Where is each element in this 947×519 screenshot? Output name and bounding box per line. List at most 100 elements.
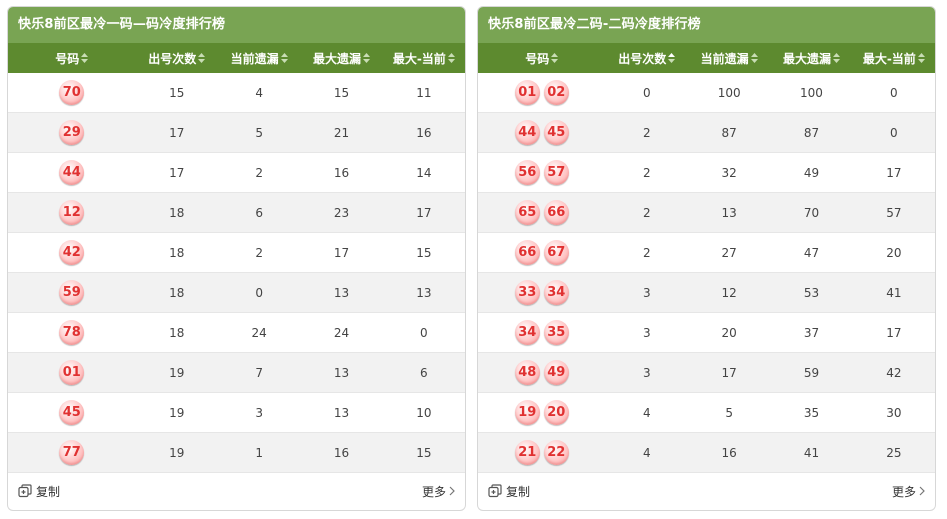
- number-ball: 21: [514, 440, 540, 465]
- header-label: 号码: [525, 51, 550, 66]
- chevron-right-icon: [919, 486, 925, 496]
- header-diff[interactable]: 最大-当前: [383, 50, 465, 67]
- copy-label: 复制: [506, 484, 531, 499]
- table-body: 70 15 4 15 11 29 17 5 21 16 44 17 2 16 14 12 18 6 23 17 42 18…: [8, 73, 465, 473]
- panel-title: 快乐8前区最冷一码—码冷度排行榜: [8, 7, 465, 43]
- cell-max-miss: 87: [803, 125, 820, 140]
- cell-code: 19 20: [478, 400, 606, 425]
- cell-current-miss: 87: [721, 125, 737, 140]
- sort-updown-icon[interactable]: [81, 53, 89, 63]
- table-row: 33 34 3 12 53 41: [478, 273, 935, 313]
- sort-updown-icon[interactable]: [832, 53, 840, 63]
- cell-max-miss: 47: [803, 245, 820, 260]
- sort-updown-icon[interactable]: [750, 53, 758, 63]
- table-header: 号码 出号次数 当前遗漏 最大遗漏 最大-当前: [478, 43, 935, 73]
- cell-diff: 57: [886, 205, 902, 220]
- cell-diff: 17: [886, 325, 902, 340]
- number-ball: 19: [514, 400, 540, 425]
- cell-diff: 20: [886, 245, 902, 260]
- cell-max-miss: 16: [333, 165, 350, 180]
- cell-max-miss: 17: [333, 245, 350, 260]
- header-diff[interactable]: 最大-当前: [853, 50, 935, 67]
- cold-single-panel: 快乐8前区最冷一码—码冷度排行榜 号码 出号次数 当前遗漏 最大遗漏 最大-当前: [7, 6, 466, 511]
- header-label: 最大-当前: [392, 51, 446, 66]
- cell-diff: 13: [416, 285, 432, 300]
- cell-code: 01 02: [478, 80, 606, 105]
- number-ball: 29: [59, 120, 85, 145]
- cell-diff: 10: [416, 405, 432, 420]
- cell-diff: 15: [416, 245, 432, 260]
- header-code[interactable]: 号码: [8, 50, 136, 67]
- header-current-miss[interactable]: 当前遗漏: [688, 50, 770, 67]
- cell-count: 3: [642, 285, 651, 300]
- more-link[interactable]: 更多: [892, 483, 925, 500]
- cell-max-miss: 13: [333, 365, 350, 380]
- number-ball: 44: [514, 120, 540, 145]
- cell-max-miss: 35: [803, 405, 820, 420]
- copy-button[interactable]: 复制: [18, 483, 60, 500]
- cell-code: 12: [8, 200, 136, 225]
- cell-count: 3: [642, 325, 651, 340]
- header-label: 出号次数: [148, 51, 197, 66]
- cell-count: 18: [169, 325, 185, 340]
- more-label: 更多: [421, 484, 446, 499]
- cell-diff: 0: [890, 85, 898, 100]
- header-max-miss[interactable]: 最大遗漏: [300, 50, 382, 67]
- cell-diff: 25: [886, 445, 902, 460]
- copy-button[interactable]: 复制: [488, 483, 530, 500]
- cell-code: 42: [8, 240, 136, 265]
- cell-count: 17: [169, 125, 185, 140]
- more-link[interactable]: 更多: [422, 483, 455, 500]
- cell-count: 18: [169, 245, 185, 260]
- number-ball: 56: [514, 160, 540, 185]
- number-ball: 65: [514, 200, 540, 225]
- cell-code: 21 22: [478, 440, 606, 465]
- sort-updown-icon[interactable]: [447, 53, 455, 63]
- cell-count: 2: [642, 165, 651, 180]
- cell-diff: 30: [886, 405, 902, 420]
- table-row: 44 17 2 16 14: [8, 153, 465, 193]
- cell-code: 78: [8, 320, 136, 345]
- number-ball: 66: [514, 240, 540, 265]
- cell-diff: 0: [890, 125, 898, 140]
- cell-count: 19: [169, 365, 185, 380]
- header-code[interactable]: 号码: [478, 50, 606, 67]
- number-ball: 33: [514, 280, 540, 305]
- cell-diff: 42: [886, 365, 902, 380]
- cell-diff: 17: [416, 205, 432, 220]
- header-label: 最大遗漏: [312, 51, 361, 66]
- cell-current-miss: 6: [255, 205, 263, 220]
- number-ball: 42: [59, 240, 85, 265]
- panel-title: 快乐8前区最冷二码-二码冷度排行榜: [478, 7, 935, 43]
- table-body: 01 02 0 100 100 0 44 45 2 87 87 0 56 57 2 32 49 17 65 66 2 13…: [478, 73, 935, 473]
- table-row: 29 17 5 21 16: [8, 113, 465, 153]
- cell-current-miss: 12: [721, 285, 737, 300]
- cell-max-miss: 16: [333, 445, 350, 460]
- table-row: 34 35 3 20 37 17: [478, 313, 935, 353]
- cell-current-miss: 17: [721, 365, 737, 380]
- number-ball: 59: [59, 280, 85, 305]
- header-max-miss[interactable]: 最大遗漏: [770, 50, 852, 67]
- cell-max-miss: 23: [333, 205, 350, 220]
- sort-updown-icon[interactable]: [917, 53, 925, 63]
- sort-updown-icon[interactable]: [551, 53, 559, 63]
- cell-current-miss: 5: [255, 125, 263, 140]
- number-ball: 02: [543, 80, 569, 105]
- cell-code: 65 66: [478, 200, 606, 225]
- sort-updown-icon[interactable]: [280, 53, 288, 63]
- number-ball: 01: [514, 80, 540, 105]
- cell-current-miss: 32: [721, 165, 737, 180]
- sort-updown-icon[interactable]: [362, 53, 370, 63]
- sort-updown-icon[interactable]: [668, 53, 676, 63]
- header-current-miss[interactable]: 当前遗漏: [218, 50, 300, 67]
- table-row: 44 45 2 87 87 0: [478, 113, 935, 153]
- cell-count: 19: [169, 445, 185, 460]
- sort-updown-icon[interactable]: [198, 53, 206, 63]
- table-row: 65 66 2 13 70 57: [478, 193, 935, 233]
- header-count[interactable]: 出号次数: [606, 50, 688, 67]
- cell-max-miss: 24: [333, 325, 350, 340]
- header-count[interactable]: 出号次数: [136, 50, 218, 67]
- table-row: 78 18 24 24 0: [8, 313, 465, 353]
- number-ball: 57: [543, 160, 569, 185]
- cell-count: 2: [642, 205, 651, 220]
